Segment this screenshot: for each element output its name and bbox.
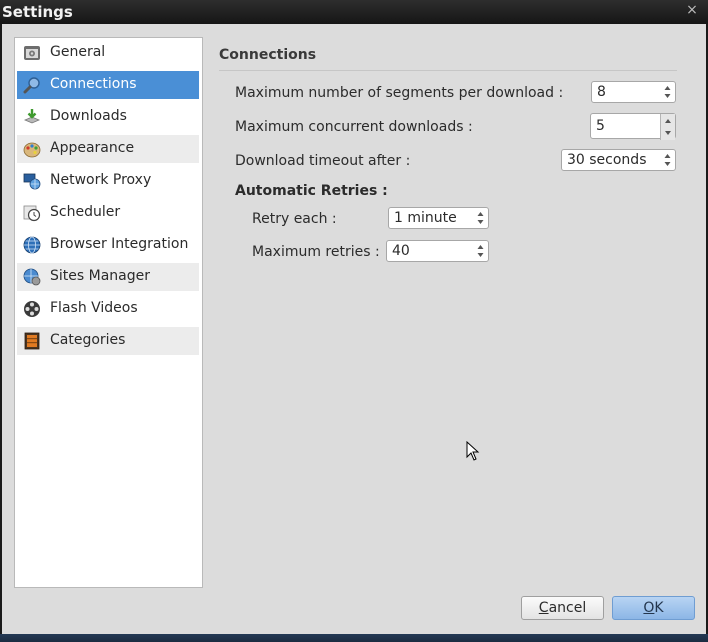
max-retries-value: 40 [392, 243, 410, 259]
section-divider [219, 70, 677, 71]
sidebar-item-label: Sites Manager [50, 268, 150, 284]
max-segments-value: 8 [597, 84, 606, 100]
sidebar-item-browser-integration[interactable]: Browser Integration [17, 231, 199, 259]
sidebar-item-label: Connections [50, 76, 137, 92]
sidebar-item-general[interactable]: General [17, 39, 199, 67]
sidebar-item-sites-manager[interactable]: Sites Manager [17, 263, 199, 291]
sidebar-item-label: General [50, 44, 106, 60]
sidebar-item-scheduler[interactable]: Scheduler [17, 199, 199, 227]
cancel-mnemonic: C [538, 600, 549, 616]
window-border-bottom [0, 634, 708, 642]
timeout-spinbox[interactable]: 30 seconds [561, 149, 676, 171]
sidebar-item-flash-videos[interactable]: Flash Videos [17, 295, 199, 323]
ok-button[interactable]: OK [612, 596, 695, 620]
general-icon [24, 46, 40, 60]
timeout-value: 30 seconds [567, 152, 647, 168]
max-segments-spinbox[interactable]: 8 [591, 81, 676, 103]
cancel-label-rest: ancel [548, 600, 587, 616]
spin-arrows-icon[interactable] [664, 84, 671, 100]
sites-manager-icon [23, 268, 41, 286]
window-title: Settings [2, 3, 73, 21]
max-concurrent-spinbox[interactable]: 5 [590, 113, 676, 140]
automatic-retries-heading: Automatic Retries : [235, 183, 388, 199]
max-concurrent-label: Maximum concurrent downloads : [235, 119, 473, 135]
mouse-cursor-icon [466, 441, 480, 461]
spin-arrows-icon[interactable] [660, 114, 675, 140]
sidebar-item-network-proxy[interactable]: Network Proxy [17, 167, 199, 195]
timeout-label: Download timeout after : [235, 153, 411, 169]
sidebar-item-label: Appearance [50, 140, 135, 156]
window-border-left [0, 24, 2, 642]
flash-videos-icon [24, 301, 40, 317]
spin-arrows-icon[interactable] [477, 243, 484, 259]
spin-arrows-icon[interactable] [477, 210, 484, 226]
spin-arrows-icon[interactable] [664, 152, 671, 168]
section-title: Connections [219, 47, 317, 63]
sidebar-item-label: Scheduler [50, 204, 121, 220]
retry-each-spinbox[interactable]: 1 minute [388, 207, 489, 229]
sidebar-item-label: Flash Videos [50, 300, 138, 316]
sidebar-item-label: Downloads [50, 108, 127, 124]
browser-integration-icon [23, 236, 41, 254]
retry-each-label: Retry each : [252, 211, 337, 227]
downloads-icon [23, 109, 41, 124]
cancel-button[interactable]: Cancel [521, 596, 604, 620]
sidebar-item-connections[interactable]: Connections [17, 71, 199, 99]
ok-mnemonic: O [643, 600, 655, 616]
sidebar-item-label: Browser Integration [50, 236, 189, 252]
retry-each-value: 1 minute [394, 210, 457, 226]
appearance-icon [23, 142, 41, 158]
close-icon[interactable]: × [684, 2, 700, 18]
sidebar-item-label: Network Proxy [50, 172, 152, 188]
sidebar-item-label: Categories [50, 332, 126, 348]
sidebar-item-downloads[interactable]: Downloads [17, 103, 199, 131]
title-bar[interactable]: Settings × [0, 0, 708, 24]
max-retries-label: Maximum retries : [252, 244, 380, 260]
sidebar-item-categories[interactable]: Categories [17, 327, 199, 355]
sidebar-item-appearance[interactable]: Appearance [17, 135, 199, 163]
scheduler-icon [23, 205, 41, 222]
max-retries-spinbox[interactable]: 40 [386, 240, 489, 262]
connections-icon [23, 77, 40, 94]
ok-label-rest: K [654, 600, 664, 616]
max-segments-label: Maximum number of segments per download … [235, 85, 564, 101]
settings-category-list[interactable]: General Connections Downloads Appearance… [14, 37, 203, 588]
network-proxy-icon [23, 173, 41, 190]
categories-icon [24, 332, 40, 350]
max-concurrent-value: 5 [596, 118, 605, 134]
